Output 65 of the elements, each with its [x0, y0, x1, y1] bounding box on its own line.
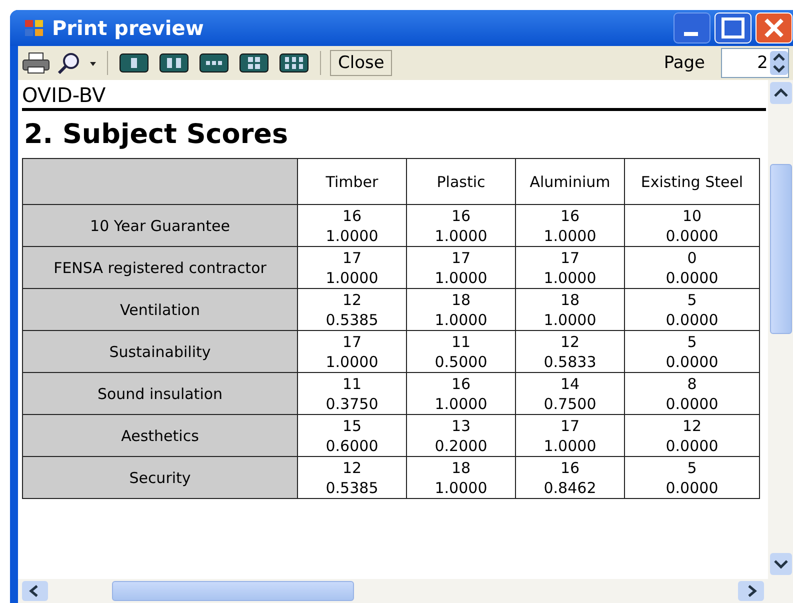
one-page-icon[interactable] — [119, 53, 149, 73]
app-icon — [24, 19, 44, 37]
table-cell: 8 0.0000 — [624, 372, 760, 414]
scroll-thumb[interactable] — [770, 164, 792, 334]
table-cell: 17 1.0000 — [516, 414, 624, 456]
column-header: Aluminium — [516, 158, 624, 204]
table-cell: 12 0.5385 — [298, 456, 406, 498]
column-header: Plastic — [406, 158, 516, 204]
page-spinner[interactable]: 2 — [721, 48, 789, 78]
horizontal-scrollbar[interactable] — [18, 579, 768, 603]
row-header: FENSA registered contractor — [22, 246, 298, 288]
table-cell: 5 0.0000 — [624, 288, 760, 330]
column-header: Existing Steel — [624, 158, 760, 204]
table-cell: 11 0.5000 — [406, 330, 516, 372]
scroll-up-icon[interactable] — [770, 82, 792, 104]
table-cell: 5 0.0000 — [624, 330, 760, 372]
table-cell: 12 0.0000 — [624, 414, 760, 456]
table-cell: 12 0.5833 — [516, 330, 624, 372]
spin-arrows-icon[interactable] — [770, 51, 788, 75]
table-cell: 15 0.6000 — [298, 414, 406, 456]
table-cell: 17 1.0000 — [298, 330, 406, 372]
table-cell: 16 1.0000 — [406, 204, 516, 246]
scroll-thumb[interactable] — [112, 581, 354, 601]
table-cell: 17 1.0000 — [298, 246, 406, 288]
table-cell: 16 1.0000 — [406, 372, 516, 414]
row-header: Ventilation — [22, 288, 298, 330]
six-pages-icon[interactable] — [279, 53, 309, 73]
vertical-scrollbar[interactable] — [768, 80, 793, 603]
maximize-icon[interactable] — [714, 12, 752, 44]
document-header: OVID-BV — [22, 80, 766, 111]
row-header: Sustainability — [22, 330, 298, 372]
table-cell: 5 0.0000 — [624, 456, 760, 498]
row-header: Aesthetics — [22, 414, 298, 456]
table-cell: 0 0.0000 — [624, 246, 760, 288]
table-cell: 13 0.2000 — [406, 414, 516, 456]
table-cell: 17 1.0000 — [516, 246, 624, 288]
close-icon[interactable] — [755, 12, 793, 44]
table-cell: 16 0.8462 — [516, 456, 624, 498]
table-cell: 16 1.0000 — [298, 204, 406, 246]
zoom-icon[interactable] — [56, 52, 82, 74]
column-header: Timber — [298, 158, 406, 204]
page-label: Page — [664, 53, 705, 73]
table-cell: 17 1.0000 — [406, 246, 516, 288]
row-header: Sound insulation — [22, 372, 298, 414]
two-pages-icon[interactable] — [159, 53, 189, 73]
minimize-icon[interactable] — [673, 12, 711, 44]
scroll-left-icon[interactable] — [22, 581, 48, 601]
row-header: Security — [22, 456, 298, 498]
row-header: 10 Year Guarantee — [22, 204, 298, 246]
window-title: Print preview — [52, 16, 205, 40]
table-cell: 11 0.3750 — [298, 372, 406, 414]
table-cell: 12 0.5385 — [298, 288, 406, 330]
printer-icon[interactable] — [22, 52, 50, 74]
section-heading: 2. Subject Scores — [24, 119, 290, 150]
scroll-right-icon[interactable] — [738, 581, 764, 601]
table-cell: 14 0.7500 — [516, 372, 624, 414]
three-pages-icon[interactable] — [199, 53, 229, 73]
table-cell: 16 1.0000 — [516, 204, 624, 246]
four-pages-icon[interactable] — [239, 53, 269, 73]
table-cell: 18 1.0000 — [406, 456, 516, 498]
table-cell: 18 1.0000 — [516, 288, 624, 330]
table-cell: 10 0.0000 — [624, 204, 760, 246]
table-cell: 18 1.0000 — [406, 288, 516, 330]
scroll-down-icon[interactable] — [770, 553, 792, 575]
close-button[interactable]: Close — [330, 50, 392, 76]
